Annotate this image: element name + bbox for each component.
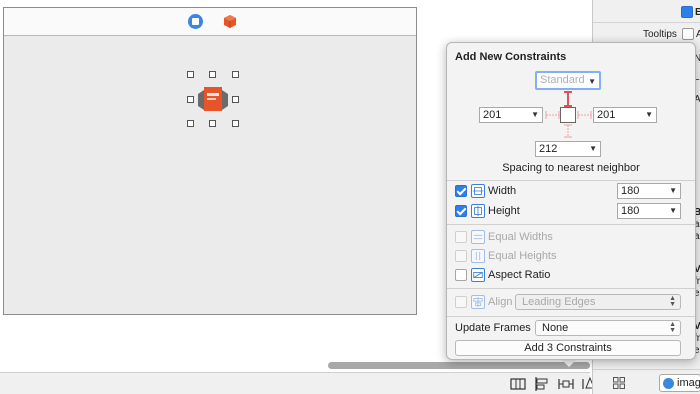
resize-handle[interactable] (209, 120, 216, 127)
equal-widths-label: Equal Widths (488, 231, 553, 243)
divider (593, 369, 700, 370)
chevron-down-icon[interactable]: ▼ (588, 75, 596, 89)
resize-handle[interactable] (209, 71, 216, 78)
top-spacing-field[interactable]: Standard ▼ (535, 71, 601, 90)
inspector-partial-text: E (695, 7, 700, 18)
height-checkbox[interactable] (455, 205, 467, 217)
height-value-field[interactable]: 180 ▼ (617, 203, 681, 219)
width-constraint-icon (471, 184, 485, 198)
left-spacing-field[interactable]: 201 ▼ (479, 107, 543, 123)
resize-handle[interactable] (187, 96, 194, 103)
pin-target-square (560, 107, 576, 123)
align-popup-value: Leading Edges (522, 296, 596, 308)
divider (447, 180, 695, 181)
left-constraint-strut[interactable] (545, 110, 560, 120)
align-label: Align (488, 296, 513, 308)
equal-heights-icon (471, 249, 485, 263)
top-constraint-strut[interactable] (563, 91, 573, 107)
grid-icon[interactable] (613, 377, 625, 389)
divider (593, 22, 700, 23)
aspect-ratio-checkbox[interactable] (455, 269, 467, 281)
chevron-down-icon[interactable]: ▼ (669, 184, 677, 198)
app-image-icon (198, 87, 228, 111)
resize-handle[interactable] (232, 120, 239, 127)
width-value: 180 (621, 185, 640, 197)
first-responder-icon[interactable] (223, 14, 237, 29)
width-label: Width (488, 185, 517, 197)
selected-image-view[interactable] (187, 71, 239, 127)
top-spacing-placeholder: Standard (540, 74, 585, 86)
align-checkbox[interactable] (455, 296, 467, 308)
divider (447, 224, 695, 225)
update-frames-value: None (542, 322, 569, 334)
updown-chevron-icon: ▲ ▼ (669, 295, 676, 308)
spacing-caption: Spacing to nearest neighbor (502, 162, 640, 174)
equal-heights-checkbox[interactable] (455, 250, 467, 262)
inspector-checkbox[interactable] (681, 6, 693, 18)
height-value: 180 (621, 205, 640, 217)
view-controller-icon[interactable] (188, 14, 203, 29)
update-frames-label: Update Frames (455, 322, 531, 334)
right-spacing-value: 201 (597, 109, 616, 121)
tooltips-checkbox[interactable] (682, 28, 694, 40)
pin-icon[interactable] (558, 376, 574, 392)
resize-handle[interactable] (187, 120, 194, 127)
equal-widths-icon (471, 230, 485, 244)
chevron-down-icon[interactable]: ▼ (531, 108, 539, 122)
chevron-down-icon[interactable]: ▼ (645, 108, 653, 122)
canvas-horizontal-scrollbar[interactable] (328, 362, 590, 369)
view-controller-scene[interactable] (3, 7, 417, 315)
resize-handle[interactable] (232, 96, 239, 103)
image-filter-label: image (677, 377, 700, 389)
update-frames-popup-button[interactable]: None ▲ ▼ (535, 320, 681, 336)
aspect-ratio-icon (471, 268, 485, 282)
align-popup-button[interactable]: Leading Edges ▲ ▼ (515, 294, 681, 310)
align-icon (471, 295, 485, 309)
resize-handle[interactable] (187, 71, 194, 78)
tooltips-label: Tooltips (643, 29, 677, 40)
height-constraint-icon (471, 204, 485, 218)
chevron-down-icon[interactable]: ▼ (589, 142, 597, 156)
bottom-spacing-field[interactable]: 212 ▼ (535, 141, 601, 157)
updown-chevron-icon: ▲ ▼ (669, 321, 676, 334)
image-library-icon (663, 378, 674, 389)
resize-handle[interactable] (232, 71, 239, 78)
tooltips-checkbox-label: A (696, 29, 700, 40)
right-constraint-strut[interactable] (577, 110, 592, 120)
right-spacing-field[interactable]: 201 ▼ (593, 107, 657, 123)
image-filter-button[interactable]: image (659, 374, 700, 392)
aspect-ratio-label: Aspect Ratio (488, 269, 551, 281)
width-value-field[interactable]: 180 ▼ (617, 183, 681, 199)
bottom-spacing-value: 212 (539, 143, 558, 155)
chevron-down-icon[interactable]: ▼ (669, 204, 677, 218)
add-constraints-button[interactable]: Add 3 Constraints (455, 340, 681, 356)
scene-dock (4, 8, 416, 36)
divider (447, 288, 695, 289)
canvas-bottom-bar (0, 372, 598, 394)
equal-heights-label: Equal Heights (488, 250, 557, 262)
align-icon[interactable] (534, 376, 550, 392)
height-label: Height (488, 205, 520, 217)
equal-widths-checkbox[interactable] (455, 231, 467, 243)
divider (447, 316, 695, 317)
popover-title: Add New Constraints (455, 51, 567, 63)
add-new-constraints-popover: Add New Constraints Standard ▼ 201 ▼ 201… (446, 42, 696, 360)
stack-icon[interactable] (510, 376, 526, 392)
bottom-constraint-strut[interactable] (563, 124, 573, 138)
left-spacing-value: 201 (483, 109, 502, 121)
width-checkbox[interactable] (455, 185, 467, 197)
